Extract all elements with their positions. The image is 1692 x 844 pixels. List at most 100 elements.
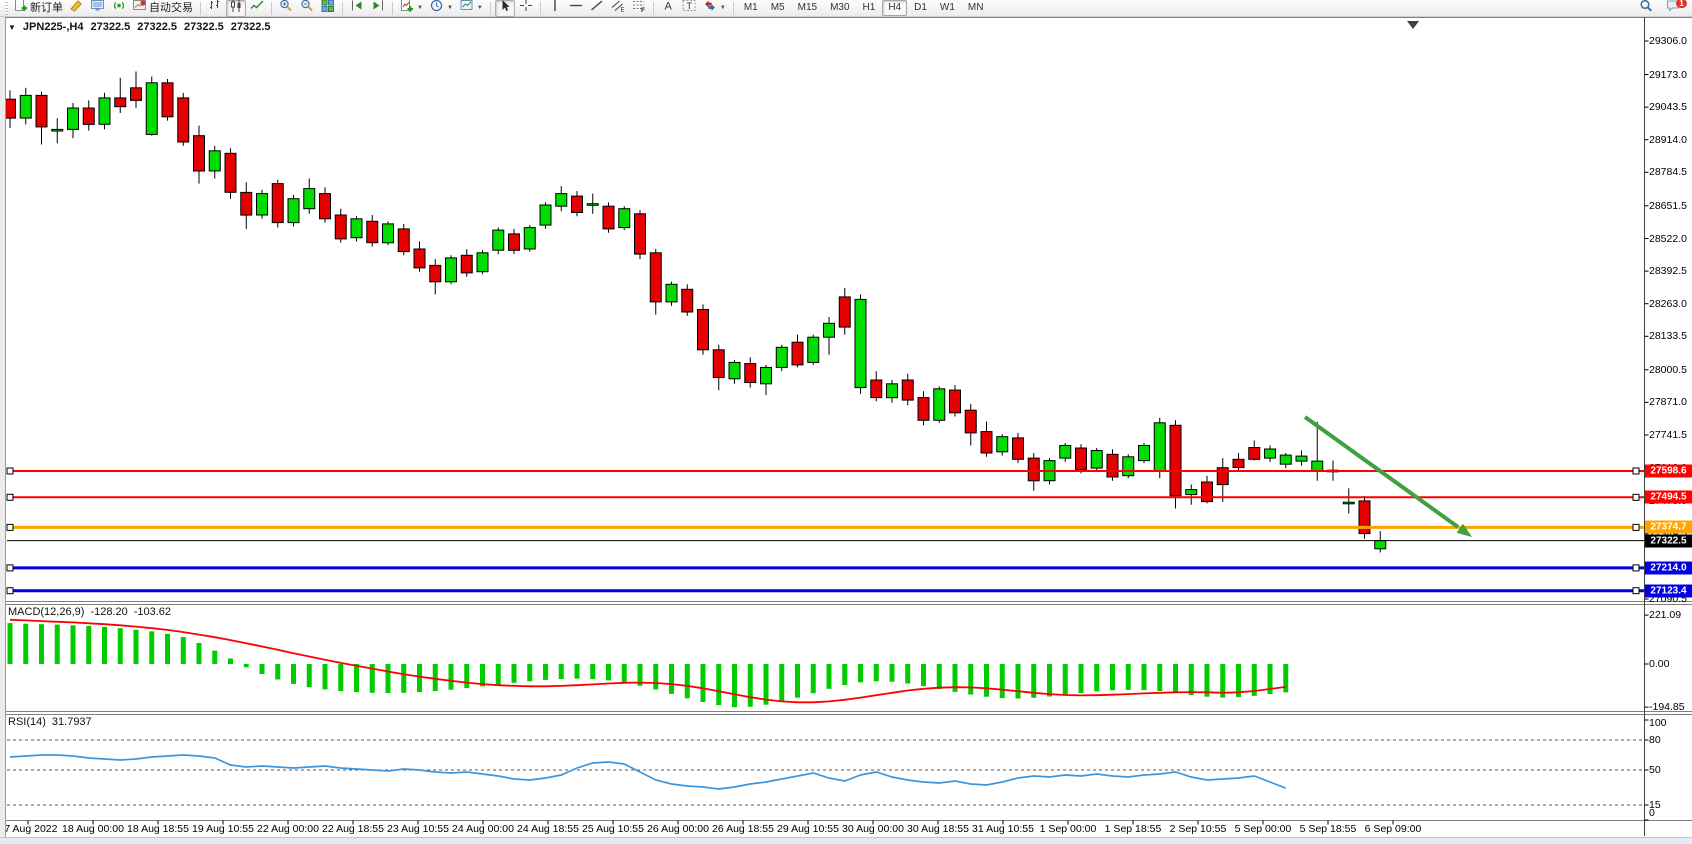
toolbar-separator <box>490 2 491 15</box>
zoom-out-icon <box>300 0 314 17</box>
horizontal-line-icon <box>569 0 583 17</box>
indicators-icon <box>400 0 414 17</box>
line-chart-icon <box>250 0 264 17</box>
toolbar-separator <box>200 2 201 15</box>
auto-scroll-button[interactable] <box>347 0 367 17</box>
notification-badge: 1 <box>1676 0 1687 8</box>
trendline-icon <box>590 0 604 17</box>
timeframe-w1-button[interactable]: W1 <box>934 0 961 16</box>
cursor-icon <box>498 0 512 17</box>
cursor-button[interactable] <box>495 0 515 17</box>
chart-shift-marker-icon[interactable] <box>1407 21 1419 29</box>
timeframe-m1-button[interactable]: M1 <box>738 0 764 16</box>
line-chart-button[interactable] <box>247 0 267 17</box>
indicators-button[interactable]: ▼ <box>397 0 426 17</box>
text-button[interactable]: A <box>658 0 678 17</box>
text-icon: A <box>661 0 675 17</box>
timeframe-h4-button[interactable]: H4 <box>882 0 907 16</box>
quote-open: 27322.5 <box>90 21 130 33</box>
macd-signal-value: -103.62 <box>134 606 171 618</box>
svg-text:F: F <box>641 7 645 12</box>
timeframe-m5-button[interactable]: M5 <box>765 0 791 16</box>
arrows-button[interactable]: ▼ <box>700 0 729 17</box>
rsi-name: RSI(14) <box>8 716 46 728</box>
toolbar-separator <box>733 2 734 15</box>
horizontal-line-27494.5[interactable] <box>7 494 1645 500</box>
candlestick-chart-button[interactable] <box>226 0 246 17</box>
macd-main-value: -128.20 <box>90 606 127 618</box>
toolbar-button-label: 新订单 <box>30 1 63 15</box>
toolbar-separator <box>271 2 272 15</box>
timeframe-m15-button[interactable]: M15 <box>792 0 823 16</box>
crosshair-icon <box>519 0 533 17</box>
crosshair-button[interactable] <box>516 0 536 17</box>
chart-title-row: ▼ JPN225-,H4 27322.5 27322.5 27322.5 273… <box>8 21 271 33</box>
chart-shift-button[interactable] <box>368 0 388 17</box>
fibonacci-icon: F <box>632 0 646 17</box>
horizontal-line-27214.0[interactable] <box>7 565 1645 571</box>
zoom-in-icon <box>279 0 293 17</box>
templates-icon <box>460 0 474 17</box>
periods-icon <box>430 0 444 17</box>
text-label-button[interactable]: T <box>679 0 699 17</box>
search-icon <box>1639 0 1653 17</box>
main-toolbar: 新订单自动交易▼▼▼EFAT▼M1M5M15M30H1H4D1W1MN1 <box>0 0 1692 17</box>
quote-low: 27322.5 <box>184 21 224 33</box>
quote-high: 27322.5 <box>137 21 177 33</box>
signals-icon <box>112 0 126 17</box>
chevron-down-icon: ▼ <box>447 5 453 11</box>
rsi-indicator-label: RSI(14) 31.7937 <box>8 716 92 728</box>
candlestick-series[interactable] <box>5 72 1386 553</box>
toolbar-separator <box>342 2 343 15</box>
quote-close: 27322.5 <box>231 21 271 33</box>
timeframe-mn-button[interactable]: MN <box>962 0 990 16</box>
trend-arrow-annotation[interactable] <box>1305 417 1472 537</box>
chart-shift-icon <box>371 0 385 17</box>
autotrading-icon <box>133 0 147 17</box>
search-button[interactable] <box>1636 0 1656 17</box>
chat-button[interactable]: 1 <box>1663 0 1683 17</box>
tile-windows-button[interactable] <box>318 0 338 17</box>
templates-button[interactable]: ▼ <box>457 0 486 17</box>
horizontal-line-27598.6[interactable] <box>7 468 1645 474</box>
timeframe-h1-button[interactable]: H1 <box>857 0 882 16</box>
terminal-icon <box>91 0 105 17</box>
auto-scroll-icon <box>350 0 364 17</box>
rsi-value: 31.7937 <box>52 716 92 728</box>
vertical-line-icon <box>548 0 562 17</box>
bar-chart-icon <box>208 0 222 17</box>
new-order-button[interactable]: 新订单 <box>11 0 66 17</box>
collapse-chart-icon[interactable]: ▼ <box>8 23 16 32</box>
new-order-icon <box>14 0 28 17</box>
toolbar-grip <box>5 2 8 15</box>
channel-button[interactable]: E <box>608 0 628 17</box>
chart-symbol-period: JPN225-,H4 <box>23 21 84 33</box>
rsi-line <box>10 755 1286 789</box>
styler-icon <box>70 0 84 17</box>
text-label-icon: T <box>682 0 696 17</box>
timeframe-d1-button[interactable]: D1 <box>908 0 933 16</box>
signals-button[interactable] <box>109 0 129 17</box>
window-bottom-strip <box>0 837 1692 844</box>
channel-icon: E <box>611 0 625 17</box>
autotrading-button[interactable]: 自动交易 <box>130 0 196 17</box>
vertical-line-button[interactable] <box>545 0 565 17</box>
horizontal-line-27374.7[interactable] <box>7 524 1645 530</box>
svg-text:E: E <box>620 8 624 13</box>
svg-text:A: A <box>664 1 672 13</box>
arrows-icon <box>703 0 717 17</box>
zoom-in-button[interactable] <box>276 0 296 17</box>
horizontal-line-27123.4[interactable] <box>7 588 1645 594</box>
terminal-button[interactable] <box>88 0 108 17</box>
timeframe-m30-button[interactable]: M30 <box>824 0 855 16</box>
chart-plot-area[interactable] <box>0 0 1692 844</box>
horizontal-line-button[interactable] <box>566 0 586 17</box>
trendline-button[interactable] <box>587 0 607 17</box>
candlestick-chart-icon <box>229 0 243 17</box>
macd-indicator-label: MACD(12,26,9) -128.20 -103.62 <box>8 606 171 618</box>
zoom-out-button[interactable] <box>297 0 317 17</box>
periods-button[interactable]: ▼ <box>427 0 456 17</box>
fibonacci-button[interactable]: F <box>629 0 649 17</box>
styler-button[interactable] <box>67 0 87 17</box>
bar-chart-button[interactable] <box>205 0 225 17</box>
